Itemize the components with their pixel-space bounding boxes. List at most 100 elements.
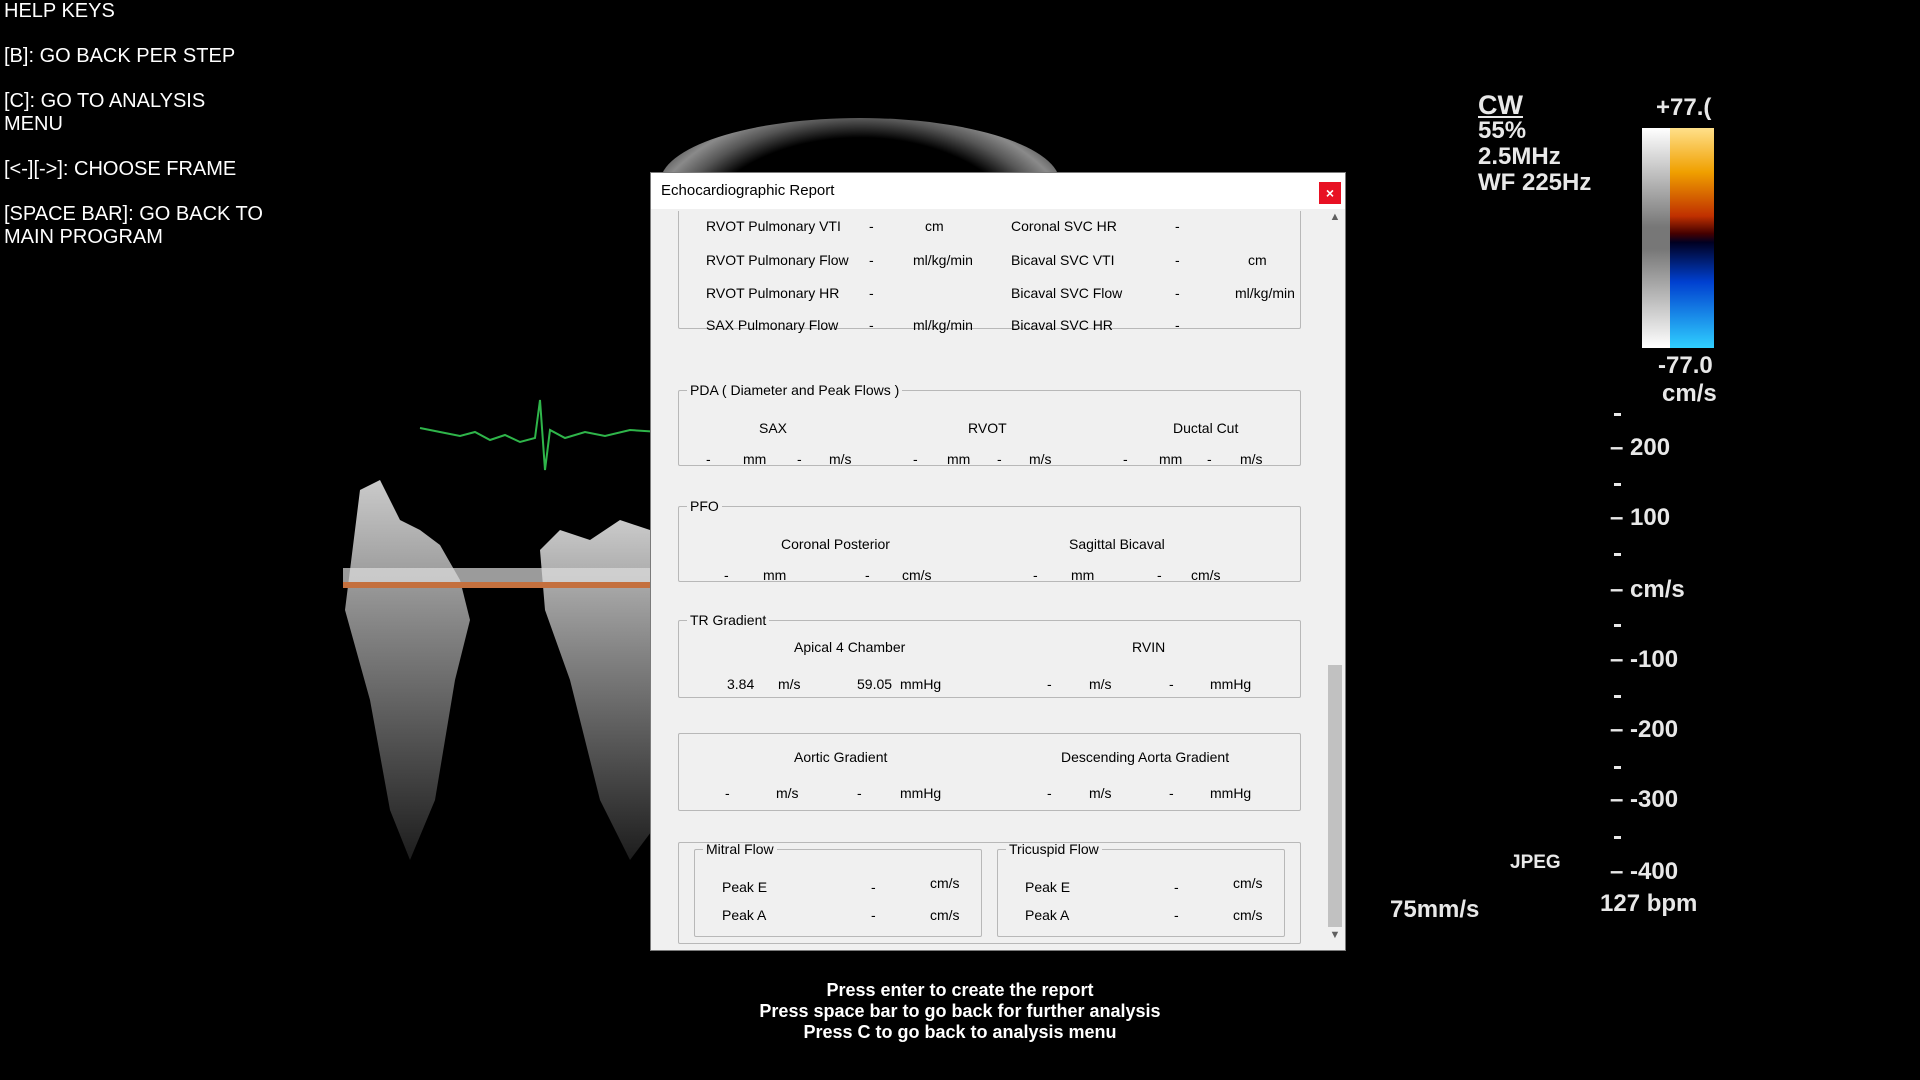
instruction-space: Press space bar to go back for further a… (759, 1001, 1161, 1021)
rvot-pulmonary-vti-value: - (869, 218, 874, 234)
velocity-max-label: +77.( (1656, 94, 1712, 121)
report-content: RVOT Pulmonary VTI - cm Coronal SVC HR -… (651, 209, 1325, 949)
tricuspid-peak-a-unit: cm/s (1233, 907, 1263, 923)
instructions: Press enter to create the report Press s… (650, 980, 1270, 1043)
scroll-clip (651, 209, 1325, 211)
tr-rvin-velocity-value: - (1047, 676, 1052, 692)
tr-apical-velocity-value: 3.84 (727, 676, 755, 692)
tr-rvin-label: RVIN (1132, 639, 1166, 655)
scale-minor-tick (1614, 483, 1621, 486)
aortic-gradient-unit: mmHg (900, 785, 942, 801)
bicaval-svc-flow-value: - (1175, 285, 1180, 301)
pda-sax-diameter-value: - (706, 451, 711, 467)
help-key-b: [B]: GO BACK PER STEP (4, 45, 236, 67)
coronal-svc-hr-label: Coronal SVC HR (1011, 218, 1117, 234)
rvot-svc-group: RVOT Pulmonary VTI - cm Coronal SVC HR -… (678, 209, 1301, 333)
aortic-velocity-unit: m/s (776, 785, 799, 801)
rvot-pulmonary-hr-value: - (869, 285, 874, 301)
pda-rvot-diameter-unit: mm (947, 451, 971, 467)
help-key-c-cont: MENU (4, 113, 63, 135)
pda-legend: PDA ( Diameter and Peak Flows ) (690, 382, 900, 398)
instruction-enter: Press enter to create the report (826, 980, 1094, 1000)
pda-ductal-diameter-unit: mm (1159, 451, 1183, 467)
bicaval-svc-vti-label: Bicaval SVC VTI (1011, 252, 1115, 268)
pda-ductal-cut-label: Ductal Cut (1173, 420, 1239, 436)
scrollbar-thumb[interactable] (1328, 665, 1342, 927)
tr-apical-gradient-unit: mmHg (900, 676, 942, 692)
tricuspid-peak-e-unit: cm/s (1233, 875, 1263, 891)
pfo-coronal-velocity-value: - (865, 567, 870, 583)
tr-apical-gradient-value: 59.05 (857, 676, 893, 692)
close-button[interactable]: × (1319, 182, 1341, 204)
velocity-min-label: -77.0 (1658, 352, 1713, 379)
help-key-space: [SPACE BAR]: GO BACK TO (4, 203, 263, 225)
doppler-envelope-left (345, 480, 470, 860)
pda-ductal-velocity-value: - (1207, 451, 1212, 467)
scanner-frequency: 2.5MHz (1478, 143, 1561, 170)
pfo-coronal-velocity-unit: cm/s (902, 567, 932, 583)
tricuspid-peak-a-label: Peak A (1025, 907, 1070, 923)
bicaval-svc-hr-value: - (1175, 317, 1180, 333)
pda-rvot-diameter-value: - (913, 451, 918, 467)
aortic-velocity-value: - (725, 785, 730, 801)
scale-minor-tick (1614, 413, 1621, 416)
scanner-wall-filter: WF 225Hz (1478, 169, 1592, 196)
scanner-mode: CW (1478, 90, 1523, 120)
pfo-coronal-posterior-label: Coronal Posterior (781, 536, 890, 552)
aortic-gradient-value: - (857, 785, 862, 801)
scale-minor-tick (1614, 695, 1621, 698)
scroll-up-icon[interactable]: ▲ (1325, 211, 1345, 229)
image-format-label: JPEG (1510, 852, 1561, 873)
mitral-flow-legend: Mitral Flow (706, 841, 774, 857)
aortic-gradient-label: Aortic Gradient (794, 749, 888, 765)
tricuspid-peak-e-value: - (1174, 879, 1179, 895)
sax-pulmonary-flow-label: SAX Pulmonary Flow (706, 317, 839, 333)
scale-label-200: – 200 (1610, 434, 1671, 461)
tr-gradient-group: TR Gradient Apical 4 Chamber 3.84 m/s 59… (678, 612, 1301, 698)
echocardiographic-report-dialog: Echocardiographic Report × RVOT Pulmonar… (650, 172, 1346, 951)
mitral-flow-group: Mitral Flow Peak E - cm/s Peak A - cm/s (694, 841, 982, 937)
tricuspid-peak-a-value: - (1174, 907, 1179, 923)
scale-minor-tick (1614, 836, 1621, 839)
help-key-c: [C]: GO TO ANALYSIS (4, 90, 206, 112)
mitral-peak-a-value: - (871, 907, 876, 923)
doppler-baseline (343, 582, 660, 588)
bicaval-svc-vti-unit: cm (1248, 252, 1267, 268)
pda-sax-velocity-value: - (797, 451, 802, 467)
help-title: HELP KEYS (4, 0, 115, 22)
dialog-titlebar[interactable]: Echocardiographic Report × (651, 173, 1345, 209)
mitral-peak-e-label: Peak E (722, 879, 768, 895)
vertical-scrollbar[interactable]: ▲ ▼ (1325, 209, 1345, 949)
scanner-settings: CW 55% 2.5MHz WF 225Hz (1478, 92, 1591, 196)
pda-ductal-diameter-value: - (1123, 451, 1128, 467)
descending-aorta-gradient-value: - (1169, 785, 1174, 801)
rvot-pulmonary-vti-label: RVOT Pulmonary VTI (706, 218, 841, 234)
tr-apical-4-chamber-label: Apical 4 Chamber (794, 639, 906, 655)
pda-rvot-velocity-value: - (997, 451, 1002, 467)
aortic-gradient-group: Aortic Gradient - m/s - mmHg Descending … (678, 733, 1301, 811)
scale-label-unit: – cm/s (1610, 576, 1685, 603)
pfo-sagittal-velocity-value: - (1157, 567, 1162, 583)
coronal-svc-hr-value: - (1175, 218, 1180, 234)
pda-rvot-label: RVOT (968, 420, 1007, 436)
scanner-gain: 55% (1478, 117, 1527, 144)
tricuspid-peak-e-label: Peak E (1025, 879, 1071, 895)
descending-aorta-velocity-unit: m/s (1089, 785, 1112, 801)
rvot-pulmonary-hr-label: RVOT Pulmonary HR (706, 285, 840, 301)
close-icon: × (1325, 185, 1335, 201)
pda-sax-label: SAX (759, 420, 788, 436)
heart-rate-label: 127 bpm (1600, 890, 1698, 917)
sweep-speed-label: 75mm/s (1390, 896, 1480, 923)
scale-label-neg100: – -100 (1610, 646, 1679, 673)
instruction-c: Press C to go back to analysis menu (803, 1022, 1117, 1042)
pda-rvot-velocity-unit: m/s (1029, 451, 1052, 467)
tr-gradient-legend: TR Gradient (690, 612, 767, 628)
descending-aorta-velocity-value: - (1047, 785, 1052, 801)
sax-pulmonary-flow-value: - (869, 317, 874, 333)
rvot-pulmonary-flow-label: RVOT Pulmonary Flow (706, 252, 849, 268)
descending-aorta-gradient-label: Descending Aorta Gradient (1061, 749, 1230, 765)
bicaval-svc-vti-value: - (1175, 252, 1180, 268)
bicaval-svc-hr-label: Bicaval SVC HR (1011, 317, 1113, 333)
scroll-down-icon[interactable]: ▼ (1325, 929, 1345, 947)
rvot-pulmonary-flow-unit: ml/kg/min (913, 252, 973, 268)
